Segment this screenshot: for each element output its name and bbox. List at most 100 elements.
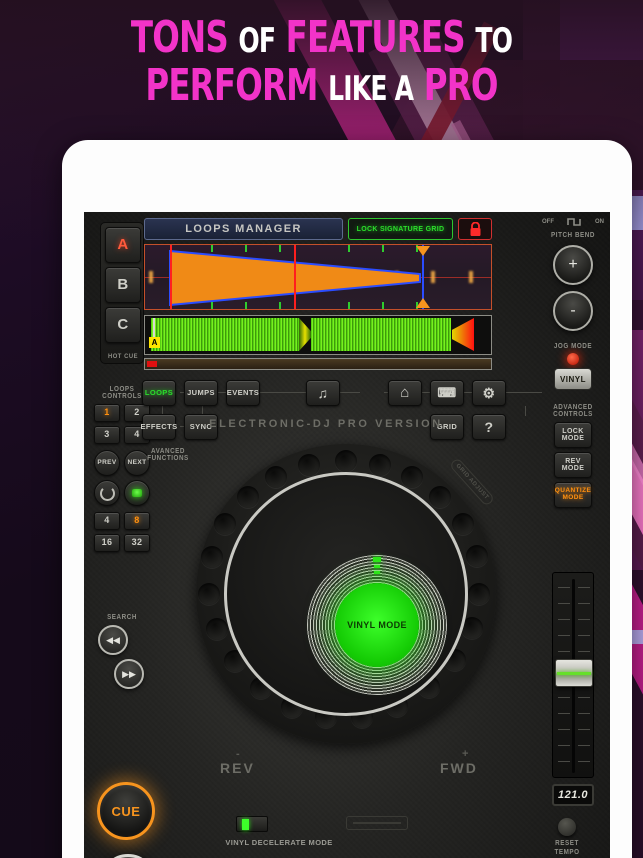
vinyl-decelerate-toggle[interactable]	[236, 816, 268, 832]
function-button-row-top: LOOPS JUMPS EVENTS ♫ ⌂ ⌨ ⚙	[142, 380, 538, 406]
jog-wheel[interactable]: VINYL MODE GRID ADJUST	[196, 444, 496, 744]
tablet-screen: LOOPS MANAGER LOCK SIGNATURE GRID A A B …	[84, 212, 610, 858]
events-tab-button[interactable]: EVENTS	[226, 380, 260, 406]
hot-cue-button-b[interactable]: B	[105, 267, 141, 303]
search-forward-icon[interactable]: ▶▶	[114, 659, 144, 689]
reset-tempo-line-2: TEMPO	[554, 849, 580, 856]
loop-slot-1[interactable]: 1	[94, 404, 120, 422]
music-note-icon[interactable]: ♫	[306, 380, 340, 406]
beat-marker	[382, 302, 384, 309]
overview-wave-segment	[151, 318, 299, 351]
beat-marker	[245, 302, 247, 309]
lock-signature-grid-button[interactable]: LOCK SIGNATURE GRID	[348, 218, 453, 240]
search-rewind-icon[interactable]: ◀◀	[98, 625, 128, 655]
promo-headline: TONS OF FEATURES TO PERFORM LIKE A PRO	[0, 14, 643, 109]
library-icon[interactable]: ⌨	[430, 380, 464, 406]
lock-glyph	[470, 221, 480, 236]
platter-position-marker	[373, 557, 381, 562]
vinyl-mode-button[interactable]: VINYL	[554, 368, 592, 390]
beat-marker	[279, 302, 281, 309]
quantize-mode-button[interactable]: QUANTIZE MODE	[554, 482, 592, 508]
loop-beats-16[interactable]: 16	[94, 534, 120, 552]
rev-minus-sign: -	[236, 748, 240, 760]
jog-mode-label: JOG MODE	[553, 343, 593, 350]
fwd-plus-sign: +	[462, 748, 469, 760]
reset-tempo-line-1: RESET	[555, 840, 579, 847]
loops-tab-button[interactable]: LOOPS	[142, 380, 176, 406]
pitch-fader-handle[interactable]	[555, 659, 593, 687]
loops-controls-label-2: CONTROLS	[102, 393, 142, 400]
advanced-functions-line-1: AVANCED	[150, 448, 186, 455]
jumps-tab-button[interactable]: JUMPS	[184, 380, 218, 406]
effects-button[interactable]: EFFECTS	[141, 414, 177, 440]
jog-platter-rings: VINYL MODE	[307, 555, 447, 695]
loop-beats-8[interactable]: 8	[124, 512, 150, 530]
loop-end-handle-top[interactable]	[416, 246, 430, 256]
headline-line-1: TONS OF FEATURES TO	[58, 14, 585, 62]
track-overview-waveform[interactable]: A	[144, 315, 492, 355]
rev-mode-line-1: REV	[565, 457, 581, 465]
toggle-indicator-icon	[242, 818, 249, 830]
headline-word-features: FEATURES	[285, 12, 466, 63]
loop-beats-32[interactable]: 32	[124, 534, 150, 552]
home-icon[interactable]: ⌂	[388, 380, 422, 406]
loop-slot-3[interactable]: 3	[94, 426, 120, 444]
loop-prev-button[interactable]: PREV	[94, 450, 120, 476]
platter-position-marker	[374, 565, 380, 568]
headline-word-like-a: LIKE A	[328, 68, 414, 109]
search-panel: SEARCH ◀◀ ▶▶	[94, 614, 150, 693]
beatgrid-waveform[interactable]	[144, 244, 492, 310]
lock-mode-button[interactable]: LOCK MODE	[554, 422, 592, 448]
loops-manager-button[interactable]: LOOPS MANAGER	[144, 218, 343, 240]
waveform-energy	[469, 271, 473, 283]
loop-length-grid: 4 8 16 32	[94, 512, 150, 552]
gear-icon[interactable]: ⚙	[472, 380, 506, 406]
deck-slot-decoration	[346, 816, 408, 830]
lock-icon[interactable]	[458, 218, 492, 240]
overview-wave-segment	[311, 318, 451, 351]
cue-button[interactable]: CUE	[97, 782, 155, 840]
green-led-icon	[132, 489, 142, 497]
headline-word-perform: PERFORM	[145, 59, 318, 111]
left-control-rail: A B C HOT CUE LOOPS CONTROLS 1 2 3 4 PRE…	[86, 216, 156, 858]
track-progress-bar[interactable]	[144, 358, 492, 370]
hot-cue-label: HOT CUE	[107, 353, 139, 360]
hot-cue-button-a[interactable]: A	[105, 227, 141, 263]
hot-cue-button-c[interactable]: C	[105, 307, 141, 343]
playhead-marker	[294, 245, 296, 309]
reloop-arrow-icon[interactable]	[94, 480, 120, 506]
tablet-device-frame: LOOPS MANAGER LOCK SIGNATURE GRID A A B …	[62, 140, 632, 858]
beat-marker	[245, 245, 247, 252]
beat-marker	[211, 245, 213, 252]
lock-mode-line-2: MODE	[561, 435, 585, 442]
beat-marker	[382, 245, 384, 252]
headline-word-tons: TONS	[130, 12, 229, 63]
hot-cue-panel: A B C HOT CUE	[100, 222, 144, 364]
reverse-label: REV	[220, 760, 255, 776]
right-control-rail: OFF ON PITCH BEND + - JOG MODE VINYL ADV…	[536, 214, 610, 858]
loop-beats-4[interactable]: 4	[94, 512, 120, 530]
reset-tempo-knob[interactable]	[558, 818, 576, 836]
power-toggle[interactable]: OFF ON	[542, 216, 604, 228]
top-toolbar: LOOPS MANAGER LOCK SIGNATURE GRID	[144, 218, 492, 240]
forward-label: FWD	[440, 760, 478, 776]
beat-marker	[348, 245, 350, 252]
beat-marker-downbeat	[170, 245, 172, 309]
toggle-off-label: OFF	[542, 219, 554, 225]
loops-controls-panel: LOOPS CONTROLS 1 2 3 4 PREV NEXT 4 8 16 …	[94, 386, 150, 552]
platter-position-marker	[374, 571, 380, 574]
pitch-bend-down-button[interactable]: -	[553, 291, 593, 331]
lock-mode-line-1: LOCK	[562, 427, 584, 435]
overview-wave-outro	[452, 318, 474, 351]
help-button[interactable]: ?	[472, 414, 506, 440]
pitch-fader[interactable]	[552, 572, 594, 778]
search-label: SEARCH	[107, 614, 137, 621]
rev-mode-button[interactable]: REV MODE	[554, 452, 592, 478]
overview-wave-dip	[299, 318, 311, 351]
loop-active-led[interactable]	[124, 480, 150, 506]
vinyl-mode-indicator[interactable]: VINYL MODE	[335, 583, 419, 667]
pitch-bend-up-button[interactable]: +	[553, 245, 593, 285]
jog-wheel-inner-ring[interactable]: VINYL MODE	[224, 472, 468, 716]
play-pause-button[interactable]: ▶/❙❙	[100, 854, 156, 858]
loop-end-handle-bottom[interactable]	[416, 298, 430, 308]
